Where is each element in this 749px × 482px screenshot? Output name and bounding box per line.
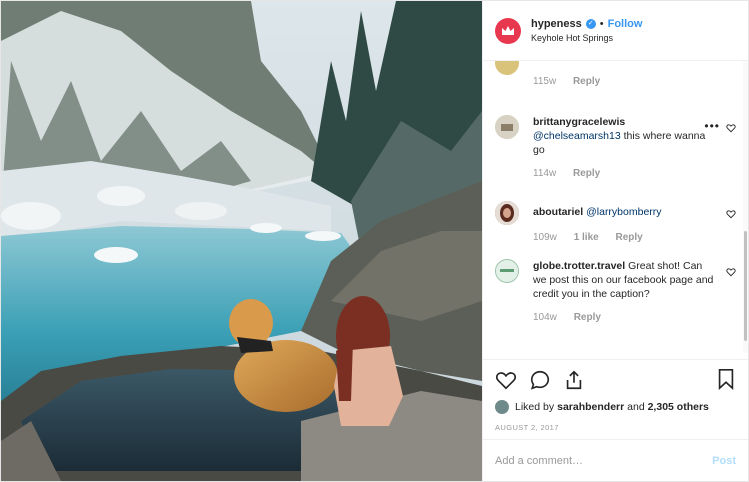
avatar-image [495, 115, 519, 139]
post-photo[interactable] [1, 1, 482, 481]
comment-text: khole [533, 61, 558, 64]
comment-age: 114w [533, 168, 557, 179]
avatar-image [495, 201, 519, 225]
heart-outline-icon[interactable] [726, 123, 736, 133]
comment-meta: 104w Reply [533, 311, 718, 325]
heart-outline-icon[interactable] [726, 267, 736, 277]
comment-item: aboutariel @larrybomberry 109w 1 like Re… [495, 201, 736, 245]
comment-bubble-icon[interactable] [529, 369, 551, 391]
comment-item: globe.trotter.travel Great shot! Can we … [495, 259, 736, 325]
post-header: hypeness ✓ • Follow Keyhole Hot Springs [483, 1, 748, 61]
likes-middle: and [624, 401, 648, 413]
add-comment-bar: Post [483, 439, 748, 481]
more-options-icon[interactable]: ••• [704, 119, 720, 133]
post-actions: Liked by sarahbenderr and 2,305 others A… [483, 359, 748, 439]
avatar-image [496, 260, 518, 282]
share-icon[interactable] [563, 369, 585, 391]
post-date: AUGUST 2, 2017 [495, 423, 559, 432]
instagram-post: hypeness ✓ • Follow Keyhole Hot Springs … [0, 0, 749, 482]
post-comment-button[interactable]: Post [712, 455, 736, 467]
comment-item: brittanygracelewis @chelseamarsh13 this … [495, 115, 736, 181]
comments-list[interactable]: khole 115w Reply [483, 61, 748, 359]
likes-summary: Liked by sarahbenderr and 2,305 others [495, 400, 736, 414]
comment-mention[interactable]: @chelseamarsh13 [533, 130, 621, 142]
like-heart-icon[interactable] [495, 369, 517, 391]
hypeness-avatar[interactable] [495, 17, 521, 44]
commenter-avatar[interactable] [495, 61, 519, 75]
commenter-avatar[interactable] [495, 115, 519, 139]
comment-meta: 114w Reply [533, 167, 718, 181]
action-icons [495, 368, 736, 392]
comment-username[interactable]: brittanygracelewis [533, 116, 625, 128]
comment-input[interactable] [495, 454, 695, 467]
follow-button[interactable]: Follow [608, 18, 643, 30]
comment-meta: 109w 1 like Reply [533, 231, 718, 245]
comment-mention[interactable]: @larrybomberry [586, 206, 661, 218]
heart-outline-icon[interactable] [726, 209, 736, 219]
liker-username[interactable]: sarahbenderr [557, 401, 624, 413]
reply-button[interactable]: Reply [573, 168, 600, 179]
commenter-avatar[interactable] [495, 201, 519, 225]
header-separator: • [599, 18, 604, 30]
comment-like-count[interactable]: 1 like [574, 232, 599, 243]
likes-count[interactable]: 2,305 others [648, 401, 709, 413]
comment-username[interactable]: globe.trotter.travel [533, 260, 625, 272]
comment-item: khole 115w Reply [495, 61, 736, 89]
post-side-panel: hypeness ✓ • Follow Keyhole Hot Springs … [482, 1, 748, 481]
comment-age: 109w [533, 232, 557, 243]
post-location[interactable]: Keyhole Hot Springs [531, 33, 642, 43]
bookmark-icon[interactable] [716, 368, 736, 390]
crown-icon [502, 25, 514, 35]
comment-age: 104w [533, 312, 557, 323]
comments-scrollbar[interactable] [743, 61, 748, 353]
hot-spring-photo [1, 1, 482, 481]
comment-age: 115w [533, 76, 557, 87]
reply-button[interactable]: Reply [616, 232, 643, 243]
verified-badge-icon: ✓ [585, 19, 596, 29]
reply-button[interactable]: Reply [574, 312, 601, 323]
liker-avatar[interactable] [495, 400, 509, 414]
scrollbar-thumb[interactable] [744, 231, 747, 341]
likes-prefix: Liked by [515, 401, 555, 413]
commenter-avatar[interactable] [495, 259, 519, 283]
reply-button[interactable]: Reply [573, 76, 600, 87]
comment-username[interactable]: aboutariel [533, 206, 583, 218]
post-author-username[interactable]: hypeness [531, 18, 582, 30]
comment-meta: 115w Reply [533, 75, 718, 89]
